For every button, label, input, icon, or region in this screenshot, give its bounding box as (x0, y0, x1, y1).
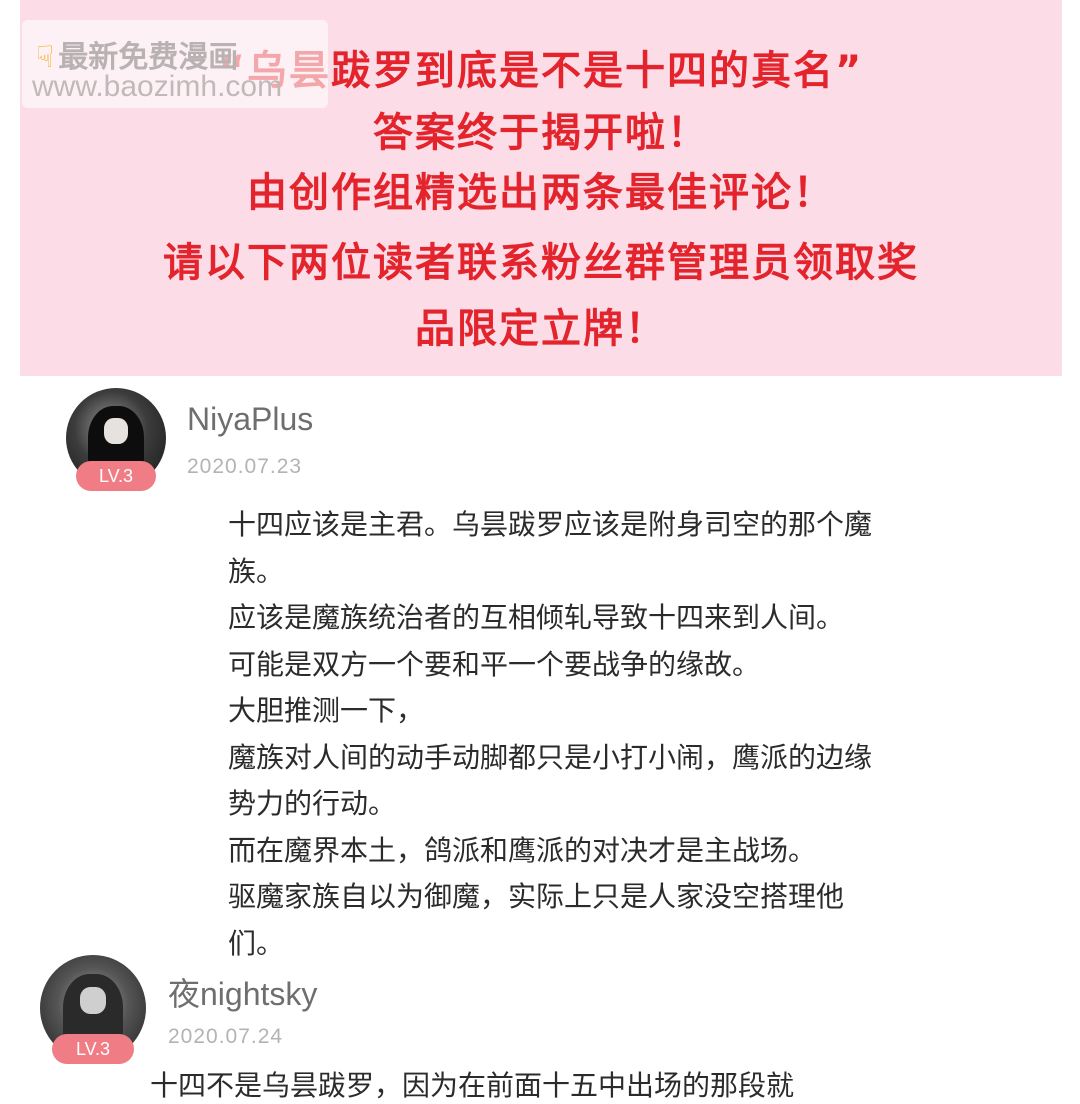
watermark-url: www.baozimh.com (32, 70, 283, 103)
comment-line: 十四应该是主君。乌昙跋罗应该是附身司空的那个魔 (228, 508, 873, 541)
username[interactable]: NiyaPlus (187, 401, 313, 438)
banner-line-5: 品限定立牌！ (415, 306, 667, 352)
comment-line: 们。 (228, 926, 285, 960)
comment-line: 驱魔家族自以为御魔，实际上只是人家没空搭理他 (228, 880, 845, 913)
banner-line-2: 答案终于揭开啦！ (373, 110, 709, 156)
comment-line: 十四不是乌昙跋罗，因为在前面十五中出场的那段就 (150, 1069, 795, 1102)
comment-line: 族。 (228, 554, 285, 588)
level-badge: LV.3 (76, 461, 156, 491)
comment-line: 魔族对人间的动手动脚都只是小打小闹，鹰派的边缘 (228, 740, 873, 774)
banner-line-4: 请以下两位读者联系粉丝群管理员领取奖 (163, 240, 919, 286)
banner-line-3: 由创作组精选出两条最佳评论！ (247, 170, 835, 216)
comment-line: 而在魔界本土，鸽派和鹰派的对决才是主战场。 (228, 833, 817, 867)
comment-line: 应该是魔族统治者的互相倾轧导致十四来到人间。 (228, 601, 845, 634)
comment-line: 可能是双方一个要和平一个要战争的缘故。 (228, 647, 761, 681)
watermark: ☟ 最新免费漫画 www.baozimh.com (22, 20, 328, 108)
comment-line: 大胆推测一下， (228, 694, 425, 727)
comment-date: 2020.07.23 (187, 455, 303, 478)
comment-line: 势力的行动。 (228, 787, 397, 820)
comment-date: 2020.07.24 (168, 1025, 284, 1048)
level-badge: LV.3 (52, 1034, 134, 1064)
username[interactable]: 夜nightsky (168, 969, 317, 1015)
